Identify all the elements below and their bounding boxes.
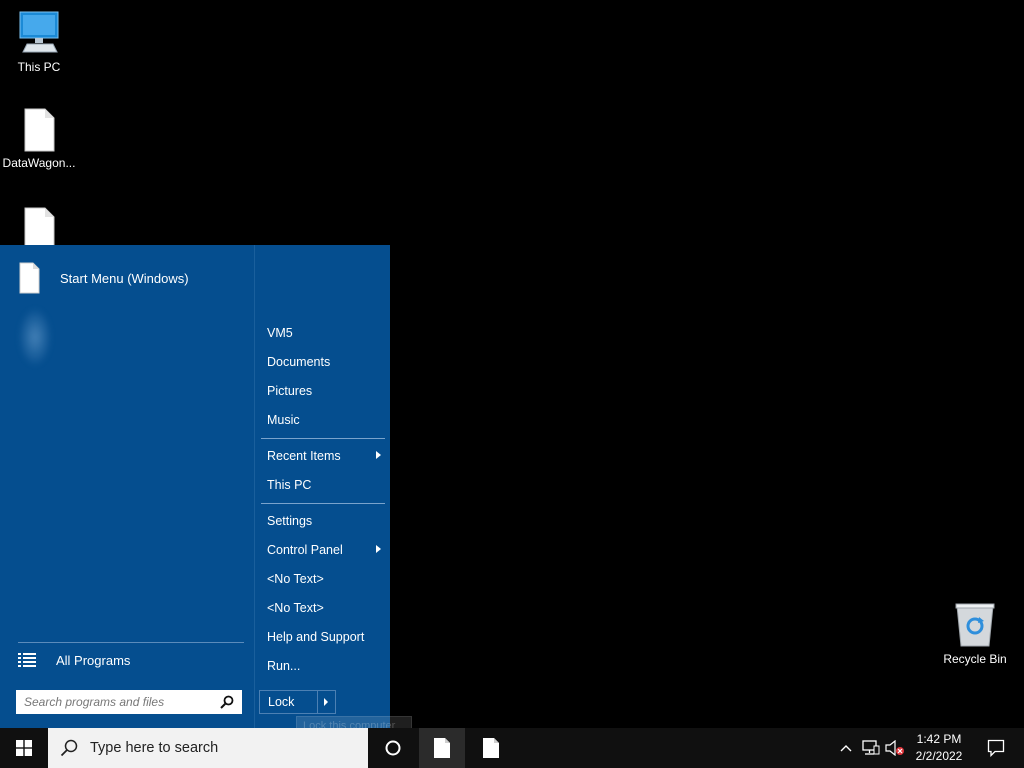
file-icon: [434, 738, 450, 758]
menu-item-label: This PC: [267, 478, 312, 492]
network-tray-button[interactable]: [860, 728, 882, 768]
taskbar-clock[interactable]: 1:42 PM 2/2/2022: [910, 728, 968, 768]
divider: [261, 503, 385, 504]
divider: [261, 438, 385, 439]
menu-item-vm5[interactable]: VM5: [261, 320, 385, 346]
taskbar-app-file-2[interactable]: [468, 728, 514, 768]
menu-item-label: <No Text>: [267, 572, 324, 586]
lock-button[interactable]: Lock: [259, 690, 336, 714]
action-center-button[interactable]: [976, 728, 1016, 768]
lock-options-button[interactable]: [317, 691, 335, 713]
start-menu-left-pane: Start Menu (Windows) All Programs: [0, 245, 254, 728]
menu-item-documents[interactable]: Documents: [261, 349, 385, 375]
lock-button-label: Lock: [268, 695, 295, 709]
menu-item-label: Documents: [267, 355, 331, 369]
menu-item-run[interactable]: Run...: [261, 653, 385, 679]
menu-item-no-text-1[interactable]: <No Text>: [261, 566, 385, 592]
start-menu: Start Menu (Windows) All Programs Search…: [0, 245, 390, 728]
chevron-right-icon: [376, 545, 381, 553]
menu-item-no-text-2[interactable]: <No Text>: [261, 595, 385, 621]
volume-tray-button[interactable]: [884, 728, 906, 768]
notification-icon: [987, 739, 1005, 757]
all-programs-button[interactable]: All Programs: [18, 647, 244, 673]
taskbar: Type here to search 1:42 PM 2/2/2022: [0, 728, 1024, 768]
taskbar-search-box[interactable]: Type here to search: [48, 728, 368, 768]
menu-item-label: <No Text>: [267, 601, 324, 615]
start-search-input[interactable]: [24, 695, 220, 709]
menu-item-label: Settings: [267, 514, 313, 528]
taskbar-app-file-1[interactable]: [419, 728, 465, 768]
pinned-item-label: Start Menu (Windows): [60, 270, 189, 286]
desktop-icon-label: DataWagon...: [2, 156, 76, 170]
all-programs-label: All Programs: [56, 652, 131, 668]
list-icon: [18, 653, 36, 667]
desktop-icon-label: This PC: [17, 60, 61, 74]
menu-item-label: Run...: [267, 659, 301, 673]
clock-date: 2/2/2022: [915, 749, 963, 763]
chevron-right-icon: [324, 698, 328, 706]
desktop-icon-recycle-bin[interactable]: Recycle Bin: [936, 602, 1014, 666]
desktop: This PC DataWagon... Recycle Bin Start M…: [0, 0, 1024, 728]
chevron-right-icon: [376, 451, 381, 459]
search-icon: [60, 739, 78, 757]
desktop-icon-datawagon[interactable]: DataWagon...: [0, 108, 78, 170]
search-icon[interactable]: [220, 695, 234, 709]
cortana-circle-icon: [385, 740, 401, 756]
chevron-up-icon: [840, 745, 852, 752]
file-icon: [483, 738, 499, 758]
menu-item-label: Pictures: [267, 384, 313, 398]
network-icon: [862, 740, 880, 755]
menu-item-settings[interactable]: Settings: [261, 508, 385, 534]
menu-item-label: Help and Support: [267, 630, 365, 644]
cortana-button[interactable]: [370, 728, 416, 768]
menu-item-label: Recent Items: [267, 449, 341, 463]
taskbar-search-placeholder: Type here to search: [90, 740, 219, 756]
start-button[interactable]: [0, 728, 48, 768]
pinned-item-start-menu[interactable]: Start Menu (Windows): [16, 261, 246, 295]
menu-item-recent-items[interactable]: Recent Items: [261, 443, 385, 469]
menu-item-label: Control Panel: [267, 543, 343, 557]
divider: [18, 642, 244, 643]
show-hidden-icons-button[interactable]: [836, 728, 856, 768]
volume-muted-icon: [885, 740, 904, 756]
start-search-box[interactable]: [16, 690, 242, 714]
file-icon: [19, 262, 40, 294]
menu-item-music[interactable]: Music: [261, 407, 385, 433]
menu-item-help-and-support[interactable]: Help and Support: [261, 624, 385, 650]
desktop-icon-this-pc[interactable]: This PC: [0, 10, 78, 74]
recycle-bin-icon: [955, 603, 995, 647]
start-menu-right-pane: VM5 Documents Pictures Music Recent Item…: [254, 245, 390, 728]
desktop-icon-label: Recycle Bin: [943, 652, 1007, 666]
menu-item-this-pc[interactable]: This PC: [261, 472, 385, 498]
menu-item-control-panel[interactable]: Control Panel: [261, 537, 385, 563]
windows-logo-icon: [16, 740, 32, 756]
blurred-icon: [18, 307, 52, 367]
menu-item-label: VM5: [267, 326, 293, 340]
menu-item-pictures[interactable]: Pictures: [261, 378, 385, 404]
menu-item-label: Music: [267, 413, 300, 427]
file-icon: [24, 108, 55, 152]
clock-time: 1:42 PM: [916, 732, 962, 746]
file-icon: [24, 207, 55, 247]
monitor-icon: [19, 11, 59, 53]
